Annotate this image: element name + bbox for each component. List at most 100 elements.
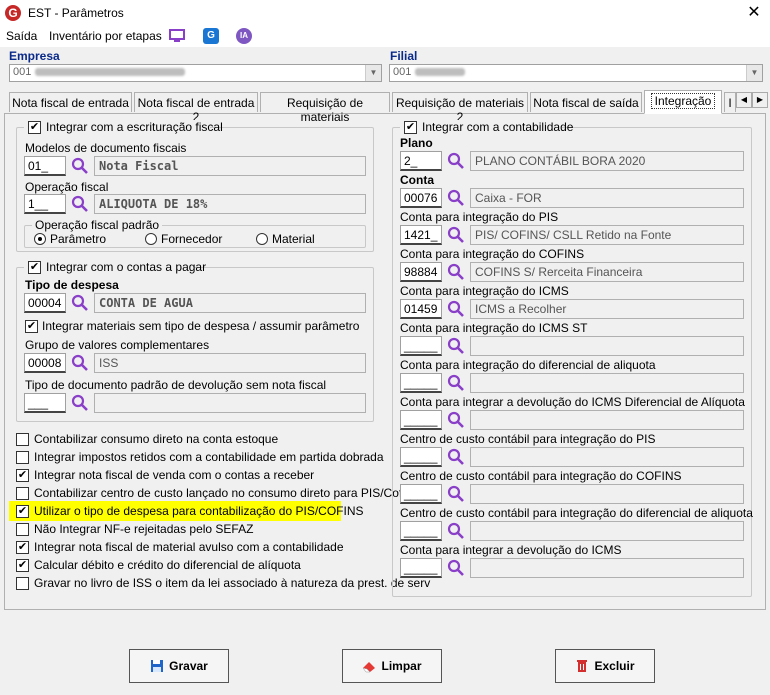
g-app-icon[interactable]: G bbox=[203, 28, 219, 44]
option-label: Utilizar o tipo de despesa para contabil… bbox=[34, 504, 364, 518]
contab-desc bbox=[470, 373, 744, 393]
contab-field-label: Centro de custo contábil para integração… bbox=[400, 432, 656, 446]
tab-requisicao-2[interactable]: Requisição de materiais 2 bbox=[392, 92, 528, 124]
clear-button[interactable]: Limpar bbox=[342, 649, 442, 683]
menu-inventario[interactable]: Inventário por etapas bbox=[49, 29, 162, 43]
radio-material[interactable] bbox=[256, 233, 268, 245]
tab-nf-saida[interactable]: Nota fiscal de saída bbox=[530, 92, 642, 112]
search-icon[interactable] bbox=[447, 189, 465, 207]
chevron-down-icon[interactable]: ▼ bbox=[746, 65, 762, 81]
chevron-down-icon[interactable]: ▼ bbox=[365, 65, 381, 81]
tab-more[interactable]: I bbox=[724, 92, 736, 112]
contab-desc bbox=[470, 410, 744, 430]
fiscal-checkbox[interactable]: ✔ bbox=[28, 121, 41, 134]
option-checkbox[interactable] bbox=[16, 433, 29, 446]
contab-desc bbox=[470, 521, 744, 541]
ia-icon[interactable]: IA bbox=[236, 28, 252, 44]
search-icon[interactable] bbox=[447, 411, 465, 429]
contab-code-input[interactable]: 1421_ bbox=[400, 225, 442, 245]
contab-field-label: Conta para integrar a devolução do ICMS bbox=[400, 543, 622, 557]
contabilidade-checkbox[interactable]: ✔ bbox=[404, 121, 417, 134]
clear-label: Limpar bbox=[381, 659, 422, 673]
close-button[interactable]: ✕ bbox=[742, 2, 766, 24]
search-icon[interactable] bbox=[447, 374, 465, 392]
tab-scroll-left-icon[interactable]: ◀ bbox=[736, 92, 752, 108]
option-checkbox[interactable] bbox=[16, 523, 29, 536]
materiais-checkbox[interactable]: ✔ bbox=[25, 320, 38, 333]
search-icon[interactable] bbox=[71, 394, 89, 412]
devolucao-desc bbox=[94, 393, 366, 413]
operacao-code-input[interactable]: 1__ bbox=[24, 194, 66, 214]
option-checkbox[interactable] bbox=[16, 487, 29, 500]
eraser-icon bbox=[362, 661, 376, 673]
contab-code-input[interactable]: _____ bbox=[400, 373, 442, 393]
option-checkbox[interactable] bbox=[16, 577, 29, 590]
contab-code-input[interactable]: _____ bbox=[400, 410, 442, 430]
radio-fornecedor-label: Fornecedor bbox=[161, 232, 223, 246]
search-icon[interactable] bbox=[447, 226, 465, 244]
search-icon[interactable] bbox=[447, 300, 465, 318]
contab-code-input[interactable]: _____ bbox=[400, 484, 442, 504]
tab-nf-entrada-2[interactable]: Nota fiscal de entrada 2 bbox=[134, 92, 258, 124]
search-icon[interactable] bbox=[447, 263, 465, 281]
contab-field-label: Plano bbox=[400, 136, 433, 150]
search-icon[interactable] bbox=[447, 485, 465, 503]
tab-integracao[interactable]: Integração bbox=[644, 90, 722, 114]
tab-scroll-right-icon[interactable]: ▶ bbox=[752, 92, 768, 108]
delete-button[interactable]: Excluir bbox=[555, 649, 655, 683]
contab-code-input[interactable]: _____ bbox=[400, 521, 442, 541]
materiais-label: Integrar materiais sem tipo de despesa /… bbox=[42, 319, 360, 333]
filial-select[interactable]: 001 ▼ bbox=[389, 64, 763, 82]
contab-code-input[interactable]: 01459 bbox=[400, 299, 442, 319]
save-label: Gravar bbox=[169, 659, 208, 673]
search-icon[interactable] bbox=[71, 294, 89, 312]
delete-label: Excluir bbox=[594, 659, 635, 673]
option-label: Gravar no livro de ISS o item da lei ass… bbox=[34, 576, 431, 590]
floppy-icon bbox=[151, 659, 164, 672]
search-icon[interactable] bbox=[71, 157, 89, 175]
option-checkbox[interactable]: ✔ bbox=[16, 541, 29, 554]
search-icon[interactable] bbox=[447, 522, 465, 540]
radio-fornecedor[interactable] bbox=[145, 233, 157, 245]
menu-bar: Saída Inventário por etapas G IA bbox=[0, 27, 770, 47]
contab-desc bbox=[470, 558, 744, 578]
search-icon[interactable] bbox=[447, 448, 465, 466]
devolucao-label: Tipo de documento padrão de devolução se… bbox=[25, 378, 327, 392]
contab-code-input[interactable]: 98884 bbox=[400, 262, 442, 282]
tab-nf-entrada[interactable]: Nota fiscal de entrada bbox=[9, 92, 132, 112]
save-button[interactable]: Gravar bbox=[129, 649, 229, 683]
app-logo-icon: G bbox=[5, 5, 21, 21]
contab-code-input[interactable]: _____ bbox=[400, 447, 442, 467]
radio-material-label: Material bbox=[272, 232, 315, 246]
contab-code-input[interactable]: 00076 bbox=[400, 188, 442, 208]
modelos-code-input[interactable]: 01_ bbox=[24, 156, 66, 176]
filial-value: 001 bbox=[393, 66, 412, 78]
tab-requisicao[interactable]: Requisição de materiais bbox=[260, 92, 390, 124]
contab-code-input[interactable]: _____ bbox=[400, 558, 442, 578]
devolucao-input[interactable]: ___ bbox=[24, 393, 66, 413]
option-checkbox[interactable] bbox=[16, 451, 29, 464]
tipo-despesa-input[interactable]: 00004 bbox=[24, 293, 66, 313]
contab-code-input[interactable]: _____ bbox=[400, 336, 442, 356]
option-checkbox[interactable]: ✔ bbox=[16, 559, 29, 572]
pagar-checkbox[interactable]: ✔ bbox=[28, 261, 41, 274]
tab-integracao-label: Integração bbox=[650, 93, 716, 109]
empresa-select[interactable]: 001 ▼ bbox=[9, 64, 382, 82]
radio-parametro[interactable] bbox=[34, 233, 46, 245]
search-icon[interactable] bbox=[447, 152, 465, 170]
contab-code-input[interactable]: 2_ bbox=[400, 151, 442, 171]
contab-field-label: Centro de custo contábil para integração… bbox=[400, 469, 682, 483]
option-checkbox[interactable]: ✔ bbox=[16, 469, 29, 482]
monitor-icon[interactable] bbox=[169, 28, 185, 44]
grupo-input[interactable]: 00008 bbox=[24, 353, 66, 373]
contab-field-label: Conta para integrar a devolução do ICMS … bbox=[400, 395, 745, 409]
contab-field-label: Conta para integração do PIS bbox=[400, 210, 559, 224]
search-icon[interactable] bbox=[447, 559, 465, 577]
menu-saida[interactable]: Saída bbox=[6, 29, 37, 43]
search-icon[interactable] bbox=[71, 195, 89, 213]
option-checkbox[interactable]: ✔ bbox=[16, 505, 29, 518]
search-icon[interactable] bbox=[71, 354, 89, 372]
search-icon[interactable] bbox=[447, 337, 465, 355]
contab-desc: ICMS a Recolher bbox=[470, 299, 744, 319]
window-title: EST - Parâmetros bbox=[28, 6, 124, 20]
